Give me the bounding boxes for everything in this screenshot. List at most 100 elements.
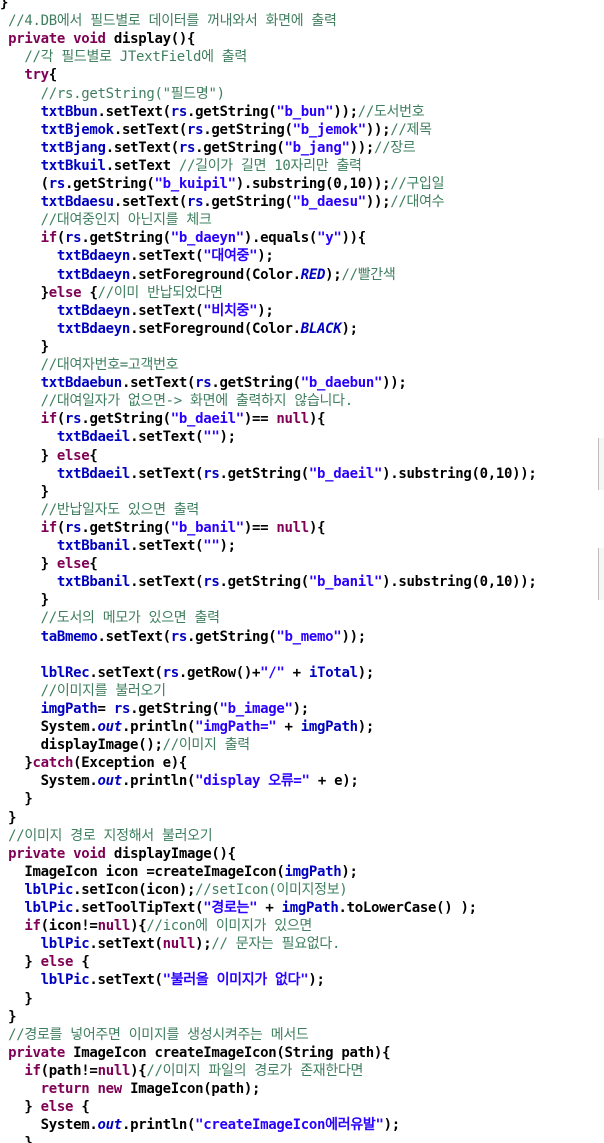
- code-line[interactable]: System.out.println("imgPath=" + imgPath)…: [0, 718, 375, 736]
- code-line[interactable]: //이미지를 불러오기: [0, 682, 166, 700]
- code-line[interactable]: txtBdaeyn.setForeground(Color.BLACK);: [0, 320, 358, 338]
- code-editor[interactable]: } //4.DB에서 필드별로 데이터를 꺼내와서 화면에 출력 private…: [0, 0, 604, 1143]
- code-line[interactable]: lblPic.setText("불러올 이미지가 없다");: [0, 971, 325, 989]
- code-line[interactable]: txtBdaeyn.setText("대여중");: [0, 247, 274, 265]
- code-token: else: [40, 1099, 82, 1116]
- code-line[interactable]: txtBjemok.setText(rs.getString("b_jemok"…: [0, 121, 432, 139]
- code-line[interactable]: }: [0, 990, 32, 1008]
- code-line[interactable]: //4.DB에서 필드별로 데이터를 꺼내와서 화면에 출력: [0, 12, 337, 30]
- code-line[interactable]: }else {//이미 반납되었다면: [0, 284, 223, 302]
- code-token: ));: [365, 194, 391, 211]
- code-line[interactable]: //도서의 메모가 있으면 출력: [0, 609, 220, 627]
- code-line[interactable]: }: [0, 338, 49, 356]
- code-token: //길이가 길면 10자리만 출력: [178, 157, 362, 174]
- code-token: .setText(: [97, 103, 171, 120]
- code-token: if: [0, 918, 41, 935]
- code-line[interactable]: lblPic.setIcon(icon);//setIcon(이미지정보): [0, 881, 347, 899]
- code-line[interactable]: }: [0, 790, 32, 808]
- code-line[interactable]: if(rs.getString("b_daeil")== null){: [0, 410, 326, 428]
- code-line[interactable]: txtBbun.setText(rs.getString("b_bun"));/…: [0, 103, 425, 121]
- code-line[interactable]: if(rs.getString("b_banil")== null){: [0, 519, 326, 537]
- code-line[interactable]: //경로를 넣어주면 이미지를 생성시켜주는 메서드: [0, 1026, 309, 1044]
- code-line[interactable]: lblPic.setText(null);// 문자는 필요없다.: [0, 935, 341, 953]
- code-token: "b_daeil": [308, 465, 383, 482]
- code-line[interactable]: }: [0, 483, 49, 501]
- code-token: //rs.getString("필드명"): [0, 85, 225, 102]
- code-line[interactable]: txtBbanil.setText("");: [0, 537, 236, 555]
- code-token: return new: [0, 1081, 131, 1097]
- code-line[interactable]: displayImage();//이미지 출력: [0, 736, 251, 754]
- code-token: .println(: [121, 719, 196, 735]
- code-token: );: [195, 936, 212, 953]
- code-line[interactable]: //대여일자가 없으면-> 화면에 출력하지 않습니다.: [0, 392, 353, 410]
- code-line[interactable]: txtBjang.setText(rs.getString("b_jang"))…: [0, 139, 416, 157]
- code-token: try: [0, 67, 49, 84]
- code-token: (: [56, 519, 66, 536]
- code-token: txtBdaeyn: [0, 320, 131, 337]
- code-token: //이미지 경로 지정해서 불러오기: [0, 827, 213, 844]
- code-line[interactable]: txtBdaeil.setText(rs.getString("b_daeil"…: [0, 465, 537, 483]
- code-line[interactable]: (rs.getString("b_kuipil").substring(0,10…: [0, 175, 445, 193]
- code-token: null: [276, 411, 309, 428]
- code-line[interactable]: txtBdaeyn.setForeground(Color.RED);//빨간색: [0, 266, 396, 284]
- line-overflow-marker: [598, 438, 604, 490]
- code-line[interactable]: txtBbanil.setText(rs.getString("b_banil"…: [0, 573, 537, 591]
- code-line[interactable]: }: [0, 591, 49, 609]
- code-line[interactable]: if(path!=null){//이미지 파일의 경로가 존재한다면: [0, 1062, 363, 1080]
- code-line[interactable]: //대여자번호=고객번호: [0, 356, 179, 374]
- code-token: txtBdaebun: [0, 375, 123, 392]
- code-line[interactable]: private void displayImage(){: [0, 845, 236, 863]
- code-line[interactable]: } else {: [0, 953, 89, 971]
- code-token: .println(: [121, 1117, 196, 1134]
- code-line[interactable]: //반납일자도 있으면 출력: [0, 501, 200, 519]
- code-line[interactable]: }: [0, 1008, 16, 1026]
- code-token: ImageIcon icon =createImageIcon(: [0, 863, 285, 880]
- code-line[interactable]: }: [0, 1134, 32, 1143]
- code-line[interactable]: } else {: [0, 1098, 89, 1116]
- code-line[interactable]: return new ImageIcon(path);: [0, 1080, 261, 1098]
- code-line[interactable]: if(rs.getString("b_daeyn").equals("y")){: [0, 229, 367, 247]
- code-token: null: [276, 519, 309, 536]
- code-line[interactable]: private ImageIcon createImageIcon(String…: [0, 1044, 390, 1062]
- code-line[interactable]: lblRec.setText(rs.getRow()+"/" + iTotal)…: [0, 664, 375, 682]
- code-line[interactable]: ImageIcon icon =createImageIcon(imgPath)…: [0, 863, 358, 881]
- code-line[interactable]: txtBkuil.setText //길이가 길면 10자리만 출력: [0, 157, 362, 175]
- code-token: );: [219, 429, 237, 446]
- code-line[interactable]: lblPic.setToolTipText("경로는" + imgPath.to…: [0, 899, 477, 917]
- code-token: if: [0, 230, 58, 247]
- code-line[interactable]: //rs.getString("필드명"): [0, 85, 225, 103]
- code-token: "b_jang": [284, 139, 350, 156]
- code-line[interactable]: System.out.println("createImageIcon에러유발"…: [0, 1116, 401, 1134]
- code-line[interactable]: //각 필드별로 JTextField에 출력: [0, 48, 247, 66]
- code-token: txtBdaeil: [0, 429, 131, 446]
- code-token: );: [257, 248, 274, 265]
- code-line[interactable]: try{: [0, 66, 57, 84]
- code-line[interactable]: } else{: [0, 447, 98, 465]
- code-line[interactable]: txtBdaeil.setText("");: [0, 428, 236, 446]
- code-token: else: [40, 954, 82, 971]
- code-line[interactable]: }: [0, 809, 16, 827]
- code-token: (: [0, 176, 49, 192]
- code-line[interactable]: taBmemo.setText(rs.getString("b_memo"));: [0, 628, 366, 646]
- code-line[interactable]: txtBdaeyn.setText("비치중");: [0, 302, 274, 320]
- code-line[interactable]: } else{: [0, 555, 98, 573]
- code-line[interactable]: System.out.println("display 오류=" + e);: [0, 772, 359, 790]
- code-line[interactable]: }catch(Exception e){: [0, 754, 187, 772]
- code-token: "b_daesu": [292, 194, 366, 211]
- code-line[interactable]: txtBdaebun.setText(rs.getString("b_daebu…: [0, 374, 407, 392]
- code-line[interactable]: if(icon!=null){//icon에 이미지가 있으면: [0, 917, 312, 935]
- code-line[interactable]: imgPath= rs.getString("b_image");: [0, 700, 310, 718]
- code-token: txtBjemok: [0, 121, 114, 138]
- code-token: displayImage();: [0, 737, 163, 754]
- code-token: "createImageIcon에러유발": [195, 1117, 384, 1134]
- code-token: .getString(: [195, 139, 285, 156]
- code-line[interactable]: private void display(){: [0, 30, 195, 48]
- code-line[interactable]: //이미지 경로 지정해서 불러오기: [0, 827, 212, 845]
- code-token: +: [276, 719, 301, 735]
- code-token: //4.DB에서 필드별로 데이터를 꺼내와서 화면에 출력: [0, 13, 337, 30]
- code-line[interactable]: }: [0, 0, 8, 12]
- code-token: displayImage(){: [113, 845, 236, 862]
- code-line[interactable]: //대여중인지 아닌지를 체크: [0, 211, 212, 229]
- code-token: imgPath: [284, 863, 342, 880]
- code-line[interactable]: txtBdaesu.setText(rs.getString("b_daesu"…: [0, 193, 445, 211]
